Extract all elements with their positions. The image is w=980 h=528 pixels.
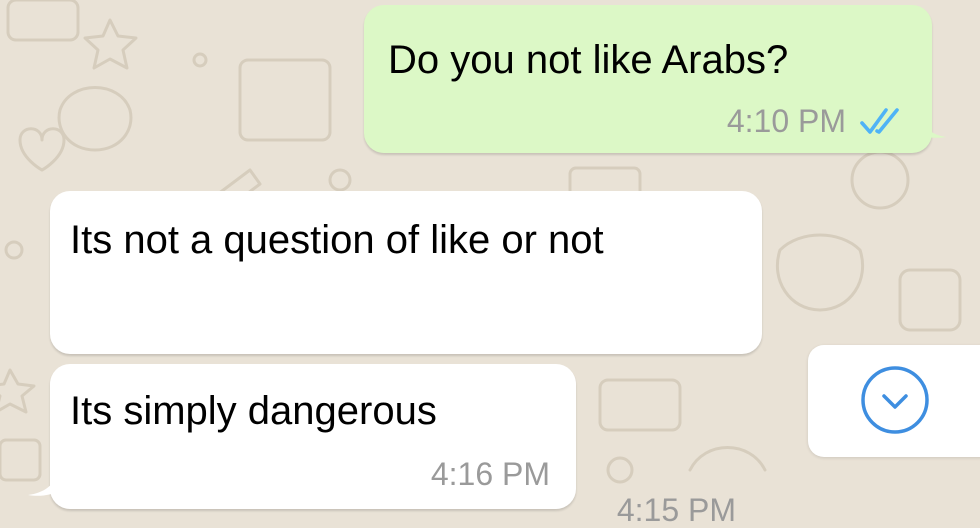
wallpaper-doodle: [328, 168, 352, 192]
message-text: Its not a question of like or not: [70, 218, 604, 262]
wallpaper-doodle: [57, 86, 133, 152]
wallpaper-doodle: [598, 378, 682, 432]
chevron-down-circle-icon: [861, 366, 929, 434]
incoming-message-bubble[interactable]: Its not a question of like or not 4:15 P…: [50, 191, 762, 528]
message-text: Do you not like Arabs?: [388, 38, 789, 82]
wallpaper-doodle: [606, 456, 634, 484]
scroll-to-bottom-button[interactable]: [808, 345, 980, 457]
wallpaper-doodle: [0, 368, 36, 414]
wallpaper-doodle: [238, 58, 332, 142]
message-timestamp: 4:16 PM: [430, 456, 550, 492]
wallpaper-doodle: [850, 150, 910, 210]
wallpaper-doodle: [688, 446, 767, 472]
wallpaper-doodle: [4, 240, 24, 260]
wallpaper-doodle: [898, 268, 962, 332]
wallpaper-doodle: [18, 127, 66, 172]
message-timestamp: 4:15 PM: [616, 492, 736, 528]
wallpaper-doodle: [192, 52, 208, 68]
bubble-tail: [918, 115, 946, 138]
wallpaper-doodle: [6, 0, 80, 42]
double-check-read-icon: [860, 108, 899, 134]
bubble-tail: [28, 473, 58, 496]
wallpaper-doodle: [83, 18, 138, 70]
wallpaper-doodle: [775, 233, 865, 312]
outgoing-message-bubble[interactable]: Do you not like Arabs? 4:10 PM: [364, 5, 946, 153]
message-timestamp: 4:10 PM: [726, 103, 846, 139]
incoming-message-bubble[interactable]: Its simply dangerous 4:16 PM: [28, 364, 576, 509]
message-text: Its simply dangerous: [70, 389, 437, 433]
